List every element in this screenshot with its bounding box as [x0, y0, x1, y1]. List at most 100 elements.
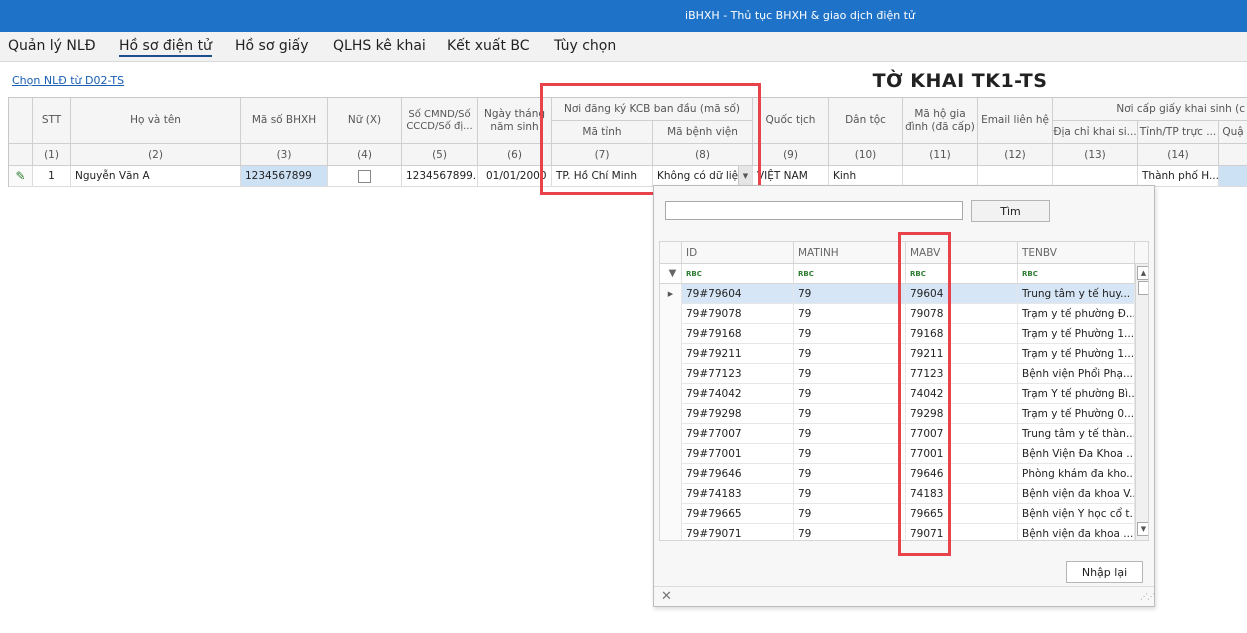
lookup-row[interactable]: 79#77007 79 77007 Trung tâm y tế thàn... — [660, 424, 1135, 444]
row-indicator — [660, 424, 682, 444]
close-icon[interactable]: ✕ — [661, 589, 672, 604]
abc-filter-icon: RBC — [910, 269, 926, 278]
col-bhxh-header[interactable]: Mã số BHXH — [241, 98, 328, 144]
menu-quan-ly-nld[interactable]: Quản lý NLĐ — [8, 38, 96, 54]
lookup-row[interactable]: 79#79211 79 79211 Trạm y tế Phường 1... — [660, 344, 1135, 364]
menu-ho-so-dien-tu[interactable]: Hồ sơ điện tử — [119, 38, 212, 57]
menu-qlhs-ke-khai[interactable]: QLHS kê khai — [333, 38, 426, 54]
lookup-header-spacer — [1135, 242, 1148, 264]
lookup-cell-id: 79#79646 — [682, 464, 794, 484]
lookup-cell-tenbv: Trạm y tế phường Đ... — [1018, 304, 1135, 324]
lookup-col-tenbv[interactable]: TENBV — [1018, 242, 1135, 264]
scroll-down-icon[interactable]: ▼ — [1137, 522, 1148, 536]
cell-province[interactable]: TP. Hồ Chí Minh — [552, 166, 653, 187]
lookup-cell-matinh: 79 — [794, 464, 906, 484]
col-hospital-header[interactable]: Mã bệnh viện — [653, 121, 753, 144]
filter-mabv-field[interactable]: RBC — [906, 264, 1018, 284]
col-number: (13) — [1053, 144, 1138, 166]
cell-email[interactable] — [978, 166, 1053, 187]
cell-name[interactable]: Nguyễn Văn A — [71, 166, 241, 187]
lookup-row[interactable]: 79#79078 79 79078 Trạm y tế phường Đ... — [660, 304, 1135, 324]
cell-city[interactable]: Thành phố H... — [1138, 166, 1219, 187]
lookup-search-input[interactable] — [665, 201, 963, 220]
lookup-row[interactable]: 79#77001 79 77001 Bệnh Viện Đa Khoa ... — [660, 444, 1135, 464]
filter-tenbv-field[interactable]: RBC — [1018, 264, 1135, 284]
lookup-row[interactable]: 79#79168 79 79168 Trạm y tế Phường 1... — [660, 324, 1135, 344]
cell-stt[interactable]: 1 — [33, 166, 71, 187]
row-indicator — [660, 444, 682, 464]
lookup-cell-mabv: 77123 — [906, 364, 1018, 384]
lookup-row[interactable]: 79#74183 79 74183 Bệnh viện đa khoa V... — [660, 484, 1135, 504]
lookup-row[interactable]: 79#79646 79 79646 Phòng khám đa kho... — [660, 464, 1135, 484]
lookup-cell-matinh: 79 — [794, 364, 906, 384]
lookup-cell-id: 79#79078 — [682, 304, 794, 324]
lookup-row[interactable]: 79#79298 79 79298 Trạm y tế Phường 0... — [660, 404, 1135, 424]
lookup-cell-mabv: 77007 — [906, 424, 1018, 444]
col-name-header[interactable]: Họ và tên — [71, 98, 241, 144]
lookup-scrollbar[interactable]: ▲ ▼ — [1135, 264, 1148, 540]
lookup-row[interactable]: 79#79665 79 79665 Bệnh viện Y học cổ t... — [660, 504, 1135, 524]
row-indicator — [660, 384, 682, 404]
row-indicator — [660, 324, 682, 344]
col-household-header[interactable]: Mã hộ gia đình (đã cấp) — [903, 98, 978, 144]
lookup-cell-id: 79#77001 — [682, 444, 794, 464]
lookup-cell-id: 79#74183 — [682, 484, 794, 504]
row-indicator — [660, 464, 682, 484]
lookup-col-mabv[interactable]: MABV — [906, 242, 1018, 264]
filter-icon[interactable]: ▼ — [660, 264, 682, 284]
hospital-combo[interactable]: Không có dữ liệu ▼ — [653, 166, 753, 187]
cell-cmnd[interactable]: 1234567899... — [402, 166, 478, 187]
cell-female[interactable] — [328, 166, 402, 187]
col-dob-header[interactable]: Ngày tháng năm sinh — [478, 98, 552, 144]
lookup-cell-matinh: 79 — [794, 504, 906, 524]
cell-nationality[interactable]: VIỆT NAM — [753, 166, 829, 187]
cell-household[interactable] — [903, 166, 978, 187]
menu-tuy-chon[interactable]: Tùy chọn — [554, 38, 616, 54]
abc-filter-icon: RBC — [1022, 269, 1038, 278]
col-city-header[interactable]: Tỉnh/TP trực ... — [1138, 121, 1219, 144]
row-edit-indicator[interactable]: ✎ — [9, 166, 33, 187]
lookup-cell-id: 79#79211 — [682, 344, 794, 364]
lookup-row[interactable]: 79#74042 79 74042 Trạm Y tế phường Bì... — [660, 384, 1135, 404]
lookup-col-matinh[interactable]: MATINH — [794, 242, 906, 264]
col-address-header[interactable]: Địa chỉ khai si... — [1053, 121, 1138, 144]
filter-id-field[interactable]: RBC — [682, 264, 794, 284]
filter-matinh-field[interactable]: RBC — [794, 264, 906, 284]
abc-filter-icon: RBC — [686, 269, 702, 278]
cell-address[interactable] — [1053, 166, 1138, 187]
col-email-header[interactable]: Email liên hệ — [978, 98, 1053, 144]
col-female-header[interactable]: Nữ (X) — [328, 98, 402, 144]
col-district-header[interactable]: Quậ — [1219, 121, 1247, 144]
female-checkbox[interactable] — [358, 169, 371, 183]
title-bar: iBHXH - Thủ tục BHXH & giao dịch điện tử — [0, 0, 1247, 32]
cell-dob[interactable]: 01/01/2000 — [478, 166, 552, 187]
lookup-row[interactable]: ▶ 79#79604 79 79604 Trung tâm y tế huy... — [660, 284, 1135, 304]
find-button[interactable]: Tìm — [971, 200, 1050, 222]
lookup-row[interactable]: 79#79071 79 79071 Bệnh viện đa khoa ... — [660, 524, 1135, 540]
menu-ket-xuat-bc[interactable]: Kết xuất BC — [447, 38, 530, 54]
menu-ho-so-giay[interactable]: Hồ sơ giấy — [235, 38, 309, 54]
lookup-col-id[interactable]: ID — [682, 242, 794, 264]
pick-employee-link[interactable]: Chọn NLĐ từ D02-TS — [12, 74, 124, 87]
cell-bhxh[interactable]: 1234567899 — [241, 166, 328, 187]
col-number: (7) — [552, 144, 653, 166]
scroll-up-icon[interactable]: ▲ — [1137, 266, 1148, 280]
cell-district[interactable] — [1219, 166, 1247, 187]
scroll-thumb[interactable] — [1138, 281, 1148, 295]
col-stt-header[interactable]: STT — [33, 98, 71, 144]
lookup-cell-mabv: 79168 — [906, 324, 1018, 344]
reset-button[interactable]: Nhập lại — [1066, 561, 1143, 583]
declaration-grid: STT Họ và tên Mã số BHXH Nữ (X) Số CMND/… — [8, 97, 1247, 187]
resize-grip-icon[interactable]: ⋰⋰ — [1140, 592, 1155, 601]
col-cmnd-header[interactable]: Số CMND/Số CCCD/Số đị... — [402, 98, 478, 144]
dropdown-arrow-icon[interactable]: ▼ — [738, 166, 752, 186]
lookup-indicator-header — [660, 242, 682, 264]
lookup-row[interactable]: 79#77123 79 77123 Bệnh viện Phổi Phạ... — [660, 364, 1135, 384]
hospital-combo-value: Không có dữ liệu — [657, 170, 745, 182]
col-province-header[interactable]: Mã tỉnh — [552, 121, 653, 144]
row-indicator-number — [9, 144, 33, 166]
row-indicator-header — [9, 98, 33, 144]
cell-ethnic[interactable]: Kinh — [829, 166, 903, 187]
col-nationality-header[interactable]: Quốc tịch — [753, 98, 829, 144]
col-ethnic-header[interactable]: Dân tộc — [829, 98, 903, 144]
